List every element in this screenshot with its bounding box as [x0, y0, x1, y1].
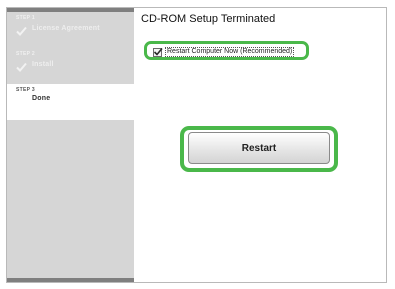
step-label: Done: [32, 95, 51, 102]
step-number: STEP 2: [16, 51, 35, 57]
sidebar-bottom-bar: [7, 278, 134, 282]
step-license-agreement: STEP 1 License Agreement: [7, 12, 134, 48]
checkmark-icon: [16, 59, 27, 72]
restart-checkbox-label[interactable]: Restart Computer Now (Recommended): [165, 47, 295, 57]
step-install: STEP 2 Install: [7, 48, 134, 84]
restart-checkbox[interactable]: [153, 47, 163, 57]
checkmark-icon: [153, 47, 163, 56]
step-number: STEP 3: [16, 87, 35, 93]
page-title: CD-ROM Setup Terminated: [141, 13, 276, 25]
step-number: STEP 1: [16, 15, 35, 21]
restart-button[interactable]: Restart: [188, 132, 330, 164]
step-label: Install: [32, 60, 54, 68]
checkmark-icon: [16, 23, 27, 36]
step-label: License Agreement: [32, 24, 100, 32]
step-done: STEP 3 Done: [7, 84, 134, 120]
restart-checkbox-row[interactable]: Restart Computer Now (Recommended): [153, 47, 295, 57]
